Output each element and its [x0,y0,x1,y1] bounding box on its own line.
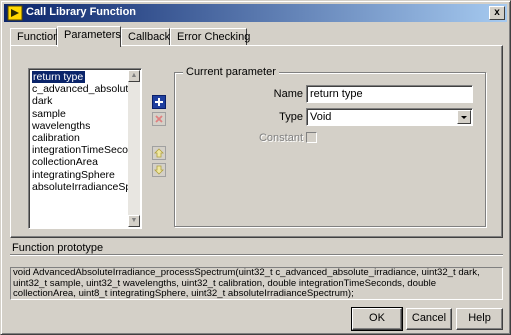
labview-icon [7,5,23,21]
list-item[interactable]: collectionArea [31,156,129,168]
add-parameter-button[interactable] [152,95,166,109]
close-button[interactable]: x [489,6,505,20]
list-item[interactable]: integratingSphere [31,169,129,181]
list-item[interactable]: wavelengths [31,120,129,132]
name-label: Name [273,88,303,100]
list-item[interactable]: dark [31,95,129,107]
title-bar[interactable]: Call Library Function x [4,4,507,22]
scroll-up-icon[interactable]: ▲ [128,70,140,82]
dialog-window: Call Library Function x Function Paramet… [0,0,511,335]
help-button[interactable]: Help [456,308,503,330]
list-scrollbar[interactable]: ▲ ▼ [128,70,140,227]
tab-callbacks[interactable]: Callbacks [121,28,176,46]
cancel-button[interactable]: Cancel [406,308,452,330]
group-title: Current parameter [183,66,279,78]
function-prototype-label: Function prototype [12,242,104,254]
divider [10,254,503,256]
ok-button[interactable]: OK [351,307,403,331]
tab-parameters[interactable]: Parameters [57,26,121,47]
list-item[interactable]: c_advanced_absolute_irradiance [31,83,129,95]
list-item[interactable]: calibration [31,132,129,144]
constant-checkbox[interactable] [306,132,317,143]
type-label: Type [279,111,303,123]
window-title: Call Library Function [26,6,137,18]
function-prototype-text: void AdvancedAbsoluteIrradiance_processS… [10,267,503,300]
parameters-panel: return type c_advanced_absolute_irradian… [10,45,503,238]
type-select[interactable]: Void [306,108,473,126]
name-field[interactable]: return type [306,85,473,103]
move-up-button[interactable] [152,146,166,160]
scroll-down-icon[interactable]: ▼ [128,215,140,227]
list-item[interactable]: absoluteIrradianceSpectrum [31,181,129,193]
list-item-return-type[interactable]: return type [32,71,86,84]
type-value: Void [310,111,332,123]
current-parameter-group: Current parameter Name return type Type … [174,66,486,227]
tab-function[interactable]: Function [10,28,59,46]
list-item[interactable]: integrationTimeSeconds [31,144,129,156]
chevron-down-icon[interactable] [457,110,471,124]
move-down-button[interactable] [152,163,166,177]
list-item[interactable]: sample [31,108,129,120]
delete-parameter-button[interactable] [152,112,166,126]
parameter-list[interactable]: return type c_advanced_absolute_irradian… [28,68,142,229]
constant-label: Constant [258,132,303,144]
tab-error-checking[interactable]: Error Checking [170,28,250,46]
